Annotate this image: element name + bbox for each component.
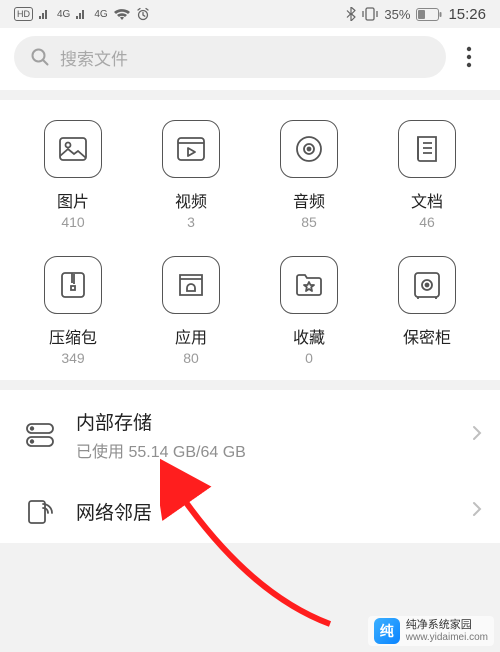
category-archives[interactable]: 压缩包 349 xyxy=(14,256,132,366)
internal-storage-item[interactable]: 内部存储 已使用 55.14 GB/64 GB xyxy=(0,390,500,480)
alarm-icon xyxy=(136,7,150,21)
favorites-icon xyxy=(280,256,338,314)
category-count: 410 xyxy=(61,214,84,230)
category-label: 收藏 xyxy=(293,324,325,348)
category-label: 保密柜 xyxy=(403,324,451,348)
category-grid: 图片 410 视频 3 音频 85 文档 46 压缩包 349 应用 80 xyxy=(0,100,500,380)
category-count: 3 xyxy=(187,214,195,230)
category-count: 0 xyxy=(305,350,313,366)
battery-icon xyxy=(416,8,442,21)
audio-icon xyxy=(280,120,338,178)
storage-icon xyxy=(22,422,58,448)
more-vertical-icon xyxy=(466,46,472,68)
watermark: 纯 纯净系统家园 www.yidaimei.com xyxy=(368,616,494,646)
document-icon xyxy=(398,120,456,178)
network-icon xyxy=(22,499,58,525)
category-images[interactable]: 图片 410 xyxy=(14,120,132,230)
safe-icon xyxy=(398,256,456,314)
category-audio[interactable]: 音频 85 xyxy=(250,120,368,230)
wifi-icon xyxy=(114,8,130,20)
category-videos[interactable]: 视频 3 xyxy=(132,120,250,230)
storage-section: 内部存储 已使用 55.14 GB/64 GB 网络邻居 xyxy=(0,390,500,543)
search-placeholder: 搜索文件 xyxy=(60,45,128,70)
watermark-name: 纯净系统家园 xyxy=(406,619,488,632)
network-title: 网络邻居 xyxy=(76,498,472,525)
category-label: 音频 xyxy=(293,188,325,212)
status-right: 35% 15:26 xyxy=(346,6,486,23)
clock-time: 15:26 xyxy=(448,6,486,23)
image-icon xyxy=(44,120,102,178)
category-documents[interactable]: 文档 46 xyxy=(368,120,486,230)
category-label: 图片 xyxy=(57,188,89,212)
chevron-right-icon xyxy=(472,425,482,446)
vibrate-icon xyxy=(362,7,378,21)
category-label: 应用 xyxy=(175,324,207,348)
signal-1-label: 4G xyxy=(57,9,70,20)
category-label: 压缩包 xyxy=(49,324,97,348)
category-safe[interactable]: 保密柜 xyxy=(368,256,486,366)
video-icon xyxy=(162,120,220,178)
bluetooth-icon xyxy=(346,7,356,21)
category-count: 349 xyxy=(61,350,84,366)
watermark-url: www.yidaimei.com xyxy=(406,632,488,644)
category-count: 80 xyxy=(183,350,199,366)
category-apps[interactable]: 应用 80 xyxy=(132,256,250,366)
status-bar: HD 4G 4G 35% 15:26 xyxy=(0,0,500,28)
category-label: 视频 xyxy=(175,188,207,212)
more-button[interactable] xyxy=(452,36,486,78)
category-label: 文档 xyxy=(411,188,443,212)
search-row: 搜索文件 xyxy=(0,28,500,90)
signal-2-icon xyxy=(76,9,88,19)
battery-percent: 35% xyxy=(384,7,410,22)
status-left: HD 4G 4G xyxy=(14,7,150,21)
chevron-right-icon xyxy=(472,501,482,522)
category-count: 46 xyxy=(419,214,435,230)
network-neighbors-item[interactable]: 网络邻居 xyxy=(0,480,500,543)
search-icon xyxy=(30,47,50,67)
category-count: 85 xyxy=(301,214,317,230)
hd-badge-icon: HD xyxy=(14,7,33,21)
storage-title: 内部存储 xyxy=(76,408,472,435)
category-favorites[interactable]: 收藏 0 xyxy=(250,256,368,366)
signal-1-icon xyxy=(39,9,51,19)
watermark-logo-icon: 纯 xyxy=(374,618,400,644)
signal-2-label: 4G xyxy=(94,9,107,20)
archive-icon xyxy=(44,256,102,314)
apps-icon xyxy=(162,256,220,314)
search-input[interactable]: 搜索文件 xyxy=(14,36,446,78)
storage-usage: 已使用 55.14 GB/64 GB xyxy=(76,438,472,462)
